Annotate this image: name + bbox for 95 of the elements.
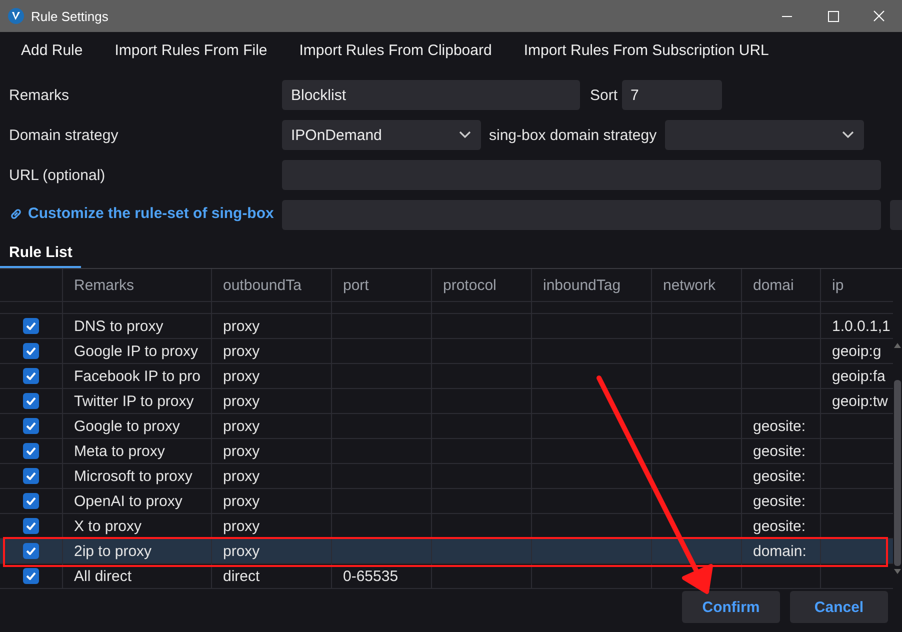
table-cell: direct [223,568,260,584]
column-header[interactable]: outboundTa [211,269,331,301]
table-cell: Microsoft to proxy [74,468,192,484]
checkbox[interactable] [23,568,39,584]
field-label: Domain strategy [8,126,120,144]
table-cell: proxy [223,342,260,360]
table-cell: Google to proxy [74,418,180,434]
table-cell: geosite: [753,468,806,484]
table-cell: Google IP to proxy [74,342,198,360]
scroll-down-icon[interactable] [894,569,901,574]
column-header[interactable]: Remarks [62,269,211,301]
table-cell: geosite: [753,492,806,510]
table-cell: proxy [223,368,260,384]
window-title: Rule Settings [31,8,110,24]
table-cell: geosite: [753,442,806,460]
table-cell: geosite: [753,518,806,534]
table-row[interactable]: Facebook IP to pro proxy geoip:fa [0,364,893,389]
toolbar-button[interactable]: Import Rules From File [102,38,280,62]
scrollbar-thumb[interactable] [894,380,901,566]
check-icon [26,322,36,330]
table-row[interactable]: DNS to proxy proxy 1.0.0.1,1 [0,314,893,339]
table-cell: proxy [223,468,260,484]
table-cell: proxy [223,542,260,560]
checkbox[interactable] [23,468,39,484]
table-cell: 1.0.0.1,1 [832,318,890,334]
check-icon [26,397,36,405]
check-icon [26,422,36,430]
dialog-button[interactable]: Cancel [790,591,888,623]
scroll-up-icon[interactable] [894,343,901,348]
table-cell: 0-65535 [343,568,398,584]
table-cell: X to proxy [74,518,142,534]
table-cell: proxy [223,518,260,534]
table-row[interactable]: Twitter IP to proxy proxy geoip:tw [0,389,893,414]
table-cell: proxy [223,392,260,410]
table-cell: proxy [223,418,260,434]
table-cell: Twitter IP to proxy [74,392,194,410]
toolbar-button[interactable]: Import Rules From Subscription URL [512,38,781,62]
table-cell: Meta to proxy [74,442,165,460]
table-cell: 2ip to proxy [74,542,152,560]
table-cell: geoip:tw [832,392,888,410]
checkbox[interactable] [23,518,39,534]
column-header[interactable]: network [651,269,741,301]
table-row[interactable]: 2ip to proxy proxy domain: [0,539,893,564]
table-row[interactable]: Microsoft to proxy proxy geosite: [0,464,893,489]
chevron-down-icon [459,131,471,139]
field-label: Remarks [8,86,70,104]
field-label: URL (optional) [8,166,106,184]
table-cell: proxy [223,442,260,460]
table-row[interactable]: Google to proxy proxy geosite: [0,414,893,439]
field-label: Sort [589,86,619,104]
link-icon [9,206,23,221]
checkbox[interactable] [23,543,39,559]
rule-list-tab[interactable]: Rule List [0,238,82,268]
table-cell: domain: [753,542,806,560]
column-header[interactable]: protocol [431,269,531,301]
table-cell: geoip:g [832,342,882,360]
toolbar-button[interactable]: Add Rule [9,38,95,62]
checkbox[interactable] [23,418,39,434]
table-cell: All direct [74,568,132,584]
check-icon [26,347,36,355]
check-icon [26,372,36,380]
dialog-button[interactable]: Confirm [682,591,780,623]
check-icon [26,472,36,480]
table-cell: proxy [223,318,260,334]
check-icon [26,447,36,455]
checkbox[interactable] [23,343,39,359]
table-cell: geoip:fa [832,368,886,384]
checkbox[interactable] [23,493,39,509]
domain-strategy-select[interactable]: IPOnDemand [282,120,481,150]
table-cell: OpenAI to proxy [74,492,182,510]
table-cell: proxy [223,492,260,510]
column-header[interactable]: inboundTag [531,269,651,301]
table-cell: DNS to proxy [74,318,164,334]
check-icon [26,497,36,505]
column-header[interactable]: port [331,269,431,301]
table-cell: geosite: [753,418,806,434]
column-header[interactable]: domai [741,269,820,301]
table-row[interactable]: Meta to proxy proxy geosite: [0,439,893,464]
check-icon [26,572,36,580]
app-logo-icon [8,8,24,24]
checkbox[interactable] [23,368,39,384]
chevron-down-icon [842,131,854,139]
check-icon [26,547,36,555]
customize-link[interactable]: Customize the rule-set of sing-box [9,205,274,222]
toolbar-button[interactable]: Import Rules From Clipboard [287,38,504,62]
check-icon [26,522,36,530]
checkbox[interactable] [23,393,39,409]
checkbox[interactable] [23,443,39,459]
checkbox[interactable] [23,318,39,334]
table-row[interactable]: OpenAI to proxy proxy geosite: [0,489,893,514]
table-cell: Facebook IP to pro [74,368,200,384]
remarks-field[interactable]: Blocklist [282,80,580,110]
table-row[interactable]: Google IP to proxy proxy geoip:g [0,339,893,364]
field-label: sing-box domain strategy [488,126,658,144]
sort-field[interactable]: 7 [622,80,722,110]
